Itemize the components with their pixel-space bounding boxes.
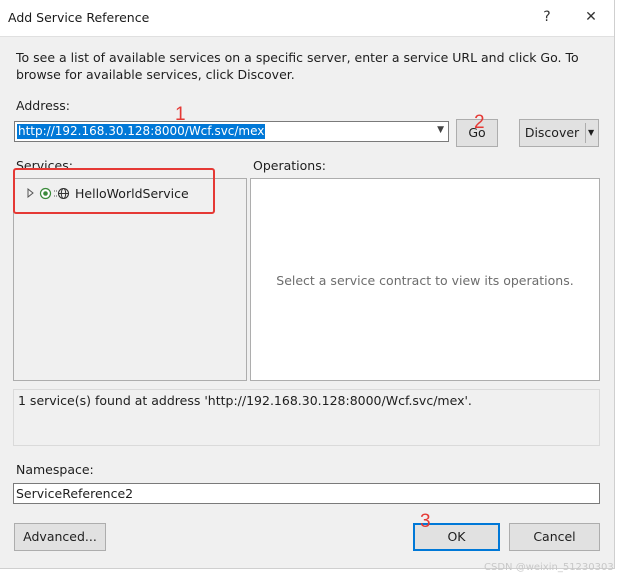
help-button[interactable]: ?	[537, 9, 557, 25]
namespace-label: Namespace:	[16, 462, 94, 477]
namespace-input[interactable]: ServiceReference2	[13, 483, 600, 504]
annotation-number-1: 1	[175, 104, 186, 125]
namespace-value[interactable]: ServiceReference2	[16, 486, 133, 501]
cancel-button[interactable]: Cancel	[509, 523, 600, 551]
annotation-highlight-box	[13, 168, 215, 214]
discover-label[interactable]: Discover	[520, 120, 584, 146]
advanced-button[interactable]: Advanced...	[14, 523, 106, 551]
watermark: CSDN @weixin_51230303	[484, 562, 614, 573]
discover-button[interactable]: Discover ▼	[519, 119, 599, 147]
chevron-down-icon[interactable]: ▼	[588, 120, 594, 146]
operations-label: Operations:	[253, 158, 326, 173]
operations-list[interactable]: Select a service contract to view its op…	[250, 178, 600, 381]
address-label: Address:	[16, 98, 70, 113]
close-button[interactable]: ✕	[581, 9, 601, 25]
address-input-value[interactable]: http://192.168.30.128:8000/Wcf.svc/mex	[17, 124, 266, 139]
status-text: 1 service(s) found at address 'http://19…	[18, 393, 472, 408]
title-bar: Add Service Reference ? ✕	[0, 0, 614, 36]
annotation-number-3: 3	[420, 511, 431, 532]
instructions-text: To see a list of available services on a…	[16, 50, 579, 82]
window-title: Add Service Reference	[8, 10, 150, 25]
operations-empty-message: Select a service contract to view its op…	[276, 273, 574, 288]
title-divider	[0, 36, 614, 37]
status-area: 1 service(s) found at address 'http://19…	[13, 389, 600, 446]
add-service-reference-dialog: Add Service Reference ? ✕ To see a list …	[0, 0, 615, 569]
address-combobox[interactable]: http://192.168.30.128:8000/Wcf.svc/mex ▼	[14, 121, 449, 142]
discover-split-divider	[585, 123, 586, 143]
annotation-number-2: 2	[474, 112, 485, 133]
chevron-down-icon[interactable]: ▼	[437, 125, 444, 135]
